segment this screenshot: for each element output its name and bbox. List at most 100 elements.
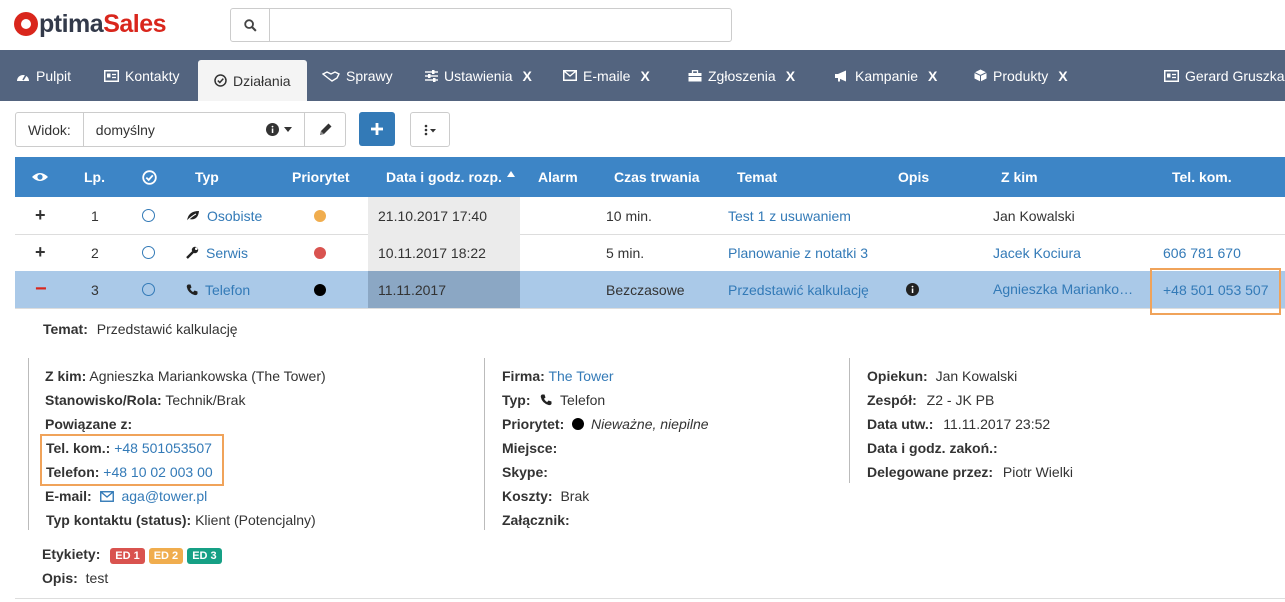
detail-company-link[interactable]: The Tower (548, 368, 613, 384)
collapse-row-button[interactable]: − (35, 271, 47, 308)
add-button[interactable] (359, 112, 395, 146)
table-row[interactable]: + 2 Serwis 10.11.2017 18:22 5 min. Plano… (15, 234, 1285, 272)
bullhorn-icon (834, 70, 849, 82)
nav-item-ustawienia[interactable]: Ustawienia X (425, 50, 532, 101)
close-tab-kampanie-button[interactable]: X (928, 68, 937, 84)
column-header-data[interactable]: Data i godz. rozp. (386, 157, 515, 197)
detail-value: test (85, 570, 109, 586)
visibility-column-header[interactable] (31, 157, 49, 197)
close-tab-produkty-button[interactable]: X (1058, 68, 1067, 84)
envelope-icon (563, 70, 577, 81)
table-row[interactable]: + 1 Osobiste 21.10.2017 17:40 10 min. Te… (15, 197, 1285, 235)
row-status-toggle[interactable] (142, 271, 155, 308)
detail-priority: Priorytet: Nieważne, niepilne (502, 416, 709, 432)
row-status-toggle[interactable] (142, 197, 155, 234)
detail-subject: Temat: Przedstawić kalkulację (43, 321, 238, 337)
detail-value: Technik/Brak (165, 392, 246, 408)
column-header-status[interactable] (142, 157, 157, 197)
column-header-priorytet[interactable]: Priorytet (292, 157, 350, 197)
row-subject-link[interactable]: Planowanie z notatki 3 (728, 234, 868, 271)
more-options-button[interactable] (410, 112, 450, 147)
detail-created: Data utw.: 11.11.2017 23:52 (867, 416, 1050, 432)
detail-value: Telefon (560, 392, 606, 408)
dashboard-icon (16, 70, 30, 82)
status-circle-icon (142, 246, 155, 259)
detail-label: Miejsce: (502, 440, 558, 456)
column-header-czas[interactable]: Czas trwania (614, 157, 700, 197)
row-mobile-link[interactable]: 606 781 670 (1163, 234, 1241, 271)
close-tab-zgloszenia-button[interactable]: X (786, 68, 795, 84)
nav-item-kontakty[interactable]: Kontakty (104, 50, 179, 101)
detail-label: Temat: (43, 321, 88, 337)
table-header: Lp. Typ Priorytet Data i godz. rozp. Ala… (15, 157, 1285, 197)
detail-related: Powiązane z: (45, 416, 132, 432)
nav-item-sprawy[interactable]: Sprawy (322, 50, 393, 101)
close-tab-ustawienia-button[interactable]: X (522, 68, 531, 84)
nav-item-produkty[interactable]: Produkty X (974, 50, 1068, 101)
detail-label: E-mail: (45, 488, 92, 504)
row-lp: 1 (91, 207, 99, 224)
row-subject-link[interactable]: Przedstawić kalkulację (728, 271, 869, 308)
nav-item-emaile[interactable]: E-maile X (563, 50, 650, 101)
nav-item-dzialania[interactable]: Działania (198, 60, 307, 101)
expand-row-button[interactable]: + (35, 197, 46, 234)
detail-label: Priorytet: (502, 416, 565, 432)
tag-badge[interactable]: ED 1 (110, 548, 145, 564)
highlight-box-mobile (1150, 268, 1281, 315)
row-type-link[interactable]: Osobiste (207, 208, 262, 224)
column-header-temat[interactable]: Temat (737, 157, 777, 197)
detail-email-link[interactable]: aga@tower.pl (121, 488, 207, 504)
row-description-info[interactable] (906, 271, 919, 308)
expand-row-button[interactable]: + (35, 234, 46, 271)
detail-label: Powiązane z: (45, 416, 133, 432)
detail-label: Typ: (502, 392, 531, 408)
envelope-icon (99, 491, 114, 502)
search-input[interactable] (270, 9, 731, 41)
nav-item-pulpit[interactable]: Pulpit (16, 50, 71, 101)
column-header-opis[interactable]: Opis (898, 157, 929, 197)
nav-item-zgloszenia[interactable]: Zgłoszenia X (688, 50, 795, 101)
column-header-data-label: Data i godz. rozp. (386, 169, 502, 185)
column-header-lp[interactable]: Lp. (84, 157, 105, 197)
column-header-zkim[interactable]: Z kim (1001, 157, 1038, 197)
nav-item-kampanie[interactable]: Kampanie X (834, 50, 937, 101)
row-with-whom-link[interactable]: Jacek Kociura (993, 234, 1081, 271)
row-subject-link[interactable]: Test 1 z usuwaniem (728, 197, 851, 234)
leaf-icon (186, 210, 199, 221)
row-with-whom-link[interactable]: Agnieszka Mariankowska (993, 271, 1135, 308)
row-status-toggle[interactable] (142, 234, 155, 271)
search-button[interactable] (231, 9, 270, 41)
divider (849, 358, 850, 483)
detail-description: Opis: test (42, 570, 108, 586)
detail-value: Klient (Potencjalny) (195, 512, 316, 528)
row-type-link[interactable]: Serwis (206, 245, 248, 261)
column-header-alarm[interactable]: Alarm (538, 157, 578, 197)
nav-label: Kontakty (125, 67, 180, 84)
sort-asc-icon (506, 171, 515, 177)
status-circle-icon (142, 283, 155, 296)
detail-label: Data i godz. zakoń.: (867, 440, 998, 456)
divider (28, 358, 29, 530)
column-header-tel[interactable]: Tel. kom. (1172, 157, 1232, 197)
detail-email: E-mail: aga@tower.pl (45, 488, 207, 504)
view-selector-group: Widok: domyślny (15, 112, 346, 147)
detail-label: Etykiety: (42, 546, 101, 562)
user-menu[interactable]: Gerard Gruszka (1164, 50, 1285, 101)
table-row-selected[interactable]: − 3 Telefon 11.11.2017 Bezczasowe Przeds… (15, 271, 1285, 309)
vertical-dots-caret-icon (424, 124, 436, 135)
row-lp: 3 (91, 281, 99, 298)
row-type-link[interactable]: Telefon (205, 282, 250, 298)
tag-badge[interactable]: ED 3 (187, 548, 222, 564)
edit-view-button[interactable] (305, 113, 345, 146)
row-date: 11.11.2017 (378, 281, 446, 298)
briefcase-icon (688, 69, 702, 82)
column-header-typ[interactable]: Typ (195, 157, 219, 197)
row-type: Osobiste (186, 197, 262, 234)
detail-value: Brak (560, 488, 590, 504)
pencil-icon (319, 123, 331, 135)
close-tab-emaile-button[interactable]: X (640, 68, 649, 84)
info-icon[interactable] (266, 123, 279, 136)
view-select[interactable]: domyślny (84, 113, 305, 146)
tag-badge[interactable]: ED 2 (148, 548, 184, 564)
row-divider (15, 598, 1285, 599)
